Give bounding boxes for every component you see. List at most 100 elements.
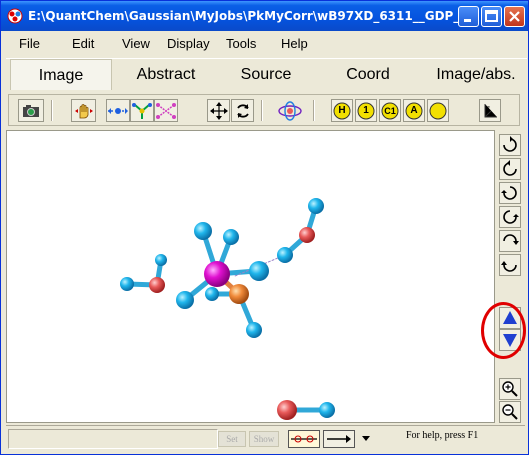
- hydrogen-atom[interactable]: [308, 198, 324, 214]
- label-atom-number-button[interactable]: C1: [379, 99, 401, 122]
- toolbar-separator: [313, 100, 315, 121]
- rotate-x-ccw-button[interactable]: [499, 158, 521, 180]
- tab-image[interactable]: Image: [10, 59, 112, 90]
- tab-bar: Image Abstract Source Coord Image/abs.: [6, 58, 527, 90]
- rotate-ccw-icon: [503, 160, 517, 176]
- arrows-horizontal-icon: [108, 107, 128, 114]
- title-bar[interactable]: E:\QuantChem\Gaussian\MyJobs\PkMyCorr\wB…: [1, 1, 528, 31]
- tab-abstract[interactable]: Abstract: [116, 59, 216, 90]
- orbit-button[interactable]: [277, 99, 303, 122]
- hydrogen-atom[interactable]: [120, 277, 134, 291]
- label-1-text: 1: [363, 105, 369, 116]
- hydrogen-atom[interactable]: [155, 254, 167, 266]
- rotate-z-ccw-button[interactable]: [499, 254, 521, 276]
- label-none-button[interactable]: [427, 99, 449, 122]
- status-field: [8, 429, 218, 449]
- bond-button[interactable]: [130, 99, 154, 122]
- zoom-in-button[interactable]: [499, 378, 521, 400]
- reset-view-button[interactable]: [231, 99, 254, 122]
- yellow-circle-icon: [429, 102, 447, 119]
- close-icon: [509, 11, 520, 22]
- rotate-ccw-icon: [501, 261, 517, 272]
- zoom-out-icon: [502, 404, 518, 420]
- phosphorus-atom[interactable]: [229, 284, 249, 304]
- menu-display[interactable]: Display: [167, 36, 210, 51]
- toolbar-separator: [51, 100, 53, 121]
- menu-file[interactable]: File: [19, 36, 40, 51]
- cross-icon: [156, 102, 176, 119]
- hydrogen-atom[interactable]: [194, 222, 212, 240]
- rotate-ccw-icon: [503, 210, 519, 224]
- atoms[interactable]: [120, 198, 335, 420]
- help-text: For help, press F1: [406, 430, 479, 441]
- hydrogen-atom[interactable]: [205, 287, 219, 301]
- axes-icon: z: [484, 103, 497, 117]
- zoom-out-button[interactable]: [499, 401, 521, 423]
- label-h-text: H: [338, 105, 346, 116]
- oxygen-atom[interactable]: [299, 227, 315, 243]
- menu-view[interactable]: View: [122, 36, 150, 51]
- expand-icon: [209, 101, 228, 120]
- label-c1-text: C1: [384, 105, 396, 116]
- label-number-button[interactable]: 1: [355, 99, 377, 122]
- tab-source[interactable]: Source: [221, 59, 311, 90]
- metal-atom[interactable]: [204, 261, 230, 287]
- menu-edit[interactable]: Edit: [72, 36, 94, 51]
- label-hydrogen-button[interactable]: H: [331, 99, 353, 122]
- toolbar: H 1 C1 A z: [8, 94, 520, 126]
- window-title: E:\QuantChem\Gaussian\MyJobs\PkMyCorr\wB…: [28, 9, 474, 23]
- rotate-cw-icon: [501, 186, 517, 200]
- status-bar: Set Show For help, press F1: [6, 425, 525, 452]
- hydrogen-atom[interactable]: [249, 261, 269, 281]
- close-button[interactable]: [504, 6, 525, 27]
- rotate-cw-icon: [503, 136, 517, 152]
- hydrogen-atom[interactable]: [277, 247, 293, 263]
- rotate-x-cw-button[interactable]: [499, 134, 521, 156]
- menu-tools[interactable]: Tools: [226, 36, 256, 51]
- label-atom-button[interactable]: A: [403, 99, 425, 122]
- app-icon[interactable]: [7, 8, 23, 24]
- label-a-text: A: [410, 105, 418, 116]
- rotate-cw-icon: [503, 234, 519, 245]
- rotate-hand-button[interactable]: [71, 99, 96, 122]
- maximize-button[interactable]: [481, 6, 502, 27]
- translate-button[interactable]: [106, 99, 130, 122]
- refresh-icon: [236, 103, 249, 118]
- tab-coord[interactable]: Coord: [324, 59, 412, 90]
- app-window: E:\QuantChem\Gaussian\MyJobs\PkMyCorr\wB…: [0, 0, 529, 455]
- camera-icon: [23, 104, 39, 117]
- hand-icon: [74, 103, 93, 118]
- fit-screen-button[interactable]: [207, 99, 230, 122]
- minimize-icon: [464, 19, 471, 22]
- highlight-circle: [481, 302, 526, 359]
- angle-button[interactable]: [154, 99, 178, 122]
- hydrogen-atom[interactable]: [319, 402, 335, 418]
- set-button[interactable]: Set: [218, 431, 246, 447]
- dropdown-arrow-icon[interactable]: [361, 435, 371, 443]
- axes-button[interactable]: z: [479, 99, 501, 122]
- minimize-button[interactable]: [458, 6, 479, 27]
- arrow-mode-button[interactable]: [323, 430, 355, 448]
- rotate-y-cw-button[interactable]: [499, 182, 521, 204]
- fork-icon: [132, 102, 152, 119]
- svg-text:z: z: [487, 106, 490, 112]
- molecule-view[interactable]: [7, 131, 494, 422]
- menu-help[interactable]: Help: [281, 36, 308, 51]
- view-control-bar: [496, 130, 526, 423]
- rotate-y-ccw-button[interactable]: [499, 206, 521, 228]
- tab-image-abstract[interactable]: Image/abs.: [426, 59, 526, 90]
- show-button[interactable]: Show: [249, 431, 279, 447]
- oxygen-atom[interactable]: [277, 400, 297, 420]
- maximize-icon: [485, 10, 498, 22]
- rotate-z-cw-button[interactable]: [499, 230, 521, 252]
- hydrogen-atom[interactable]: [223, 229, 239, 245]
- molecule-viewport[interactable]: [6, 130, 495, 423]
- bond-mode-icon: [291, 435, 317, 443]
- hydrogen-atom[interactable]: [246, 322, 262, 338]
- camera-button[interactable]: [18, 99, 44, 122]
- oxygen-atom[interactable]: [149, 277, 165, 293]
- hydrogen-atom[interactable]: [176, 291, 194, 309]
- bond-mode-button[interactable]: [288, 430, 320, 448]
- toolbar-separator: [261, 100, 263, 121]
- arrow-right-icon: [327, 435, 351, 443]
